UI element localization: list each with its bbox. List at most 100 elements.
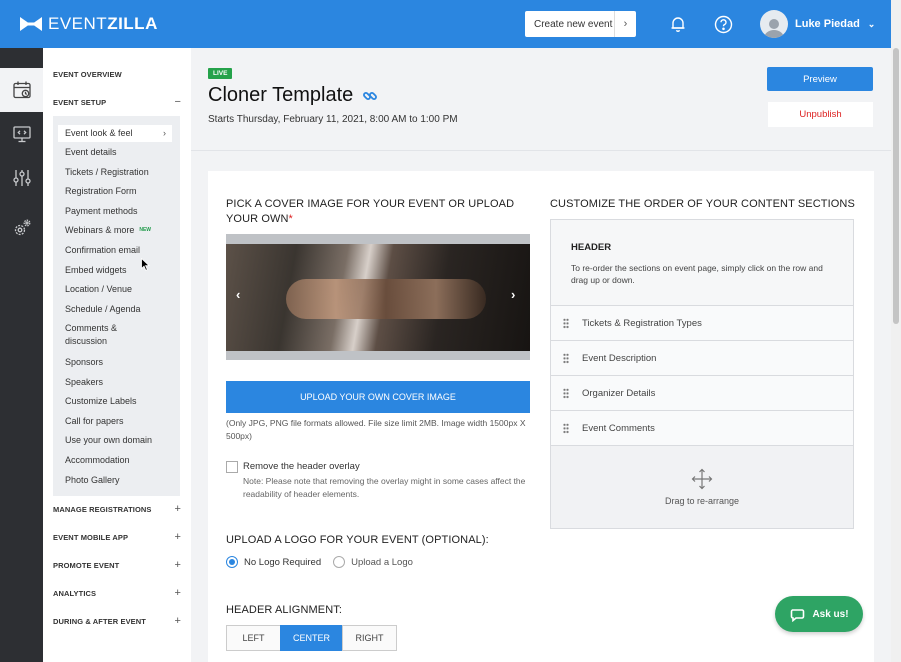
align-right-button[interactable]: RIGHT: [342, 625, 397, 651]
user-menu[interactable]: Luke Piedad ⌄: [760, 10, 875, 38]
nav-event-mobile-app[interactable]: EVENT MOBILE APP +: [53, 531, 181, 543]
carousel-prev-icon[interactable]: ‹: [236, 287, 240, 302]
look-feel-card: PICK A COVER IMAGE FOR YOUR EVENT OR UPL…: [208, 171, 874, 662]
scrollbar-thumb[interactable]: [893, 48, 899, 324]
expand-icon[interactable]: +: [174, 615, 181, 627]
sidebar-item-comments-discussion[interactable]: Comments & discussion: [65, 322, 137, 348]
align-center-button[interactable]: CENTER: [280, 625, 343, 651]
nav-promote-event[interactable]: PROMOTE EVENT +: [53, 559, 181, 571]
nav-section-label: EVENT MOBILE APP: [53, 532, 129, 542]
section-row-description[interactable]: Event Description: [551, 341, 853, 376]
sidebar-item-payment-methods[interactable]: Payment methods: [65, 205, 138, 218]
remove-overlay-checkbox[interactable]: [226, 461, 238, 473]
unpublish-button[interactable]: Unpublish: [768, 102, 873, 127]
nav-event-overview[interactable]: EVENT OVERVIEW: [53, 70, 181, 79]
sidebar-item-schedule-agenda[interactable]: Schedule / Agenda: [65, 303, 141, 316]
drag-handle-icon[interactable]: [563, 387, 569, 399]
rail-item-website[interactable]: [0, 112, 43, 156]
event-setup-submenu: Event look & feel › Event details Ticket…: [53, 116, 180, 496]
nav-analytics[interactable]: ANALYTICS +: [53, 587, 181, 599]
upload-cover-button[interactable]: UPLOAD YOUR OWN COVER IMAGE: [226, 381, 530, 413]
sidebar-item-embed-widgets[interactable]: Embed widgets: [65, 264, 127, 277]
logo-text-bold: ZILLA: [107, 14, 158, 33]
rail-item-admin[interactable]: [0, 206, 43, 250]
sidebar-item-call-for-papers[interactable]: Call for papers: [65, 415, 124, 428]
sidebar-item-registration-form[interactable]: Registration Form: [65, 185, 137, 198]
logo-upload-heading: UPLOAD A LOGO FOR YOUR EVENT (OPTIONAL):: [226, 534, 489, 546]
expand-icon[interactable]: +: [174, 503, 181, 515]
content-sections-list: HEADER To re-order the sections on event…: [550, 219, 854, 529]
section-header-desc: To re-order the sections on event page, …: [571, 263, 823, 285]
radio-label: No Logo Required: [244, 556, 322, 568]
sidebar-item-speakers[interactable]: Speakers: [65, 376, 103, 389]
section-row-label: Tickets & Registration Types: [582, 317, 702, 329]
sidebar-item-sponsors[interactable]: Sponsors: [65, 356, 103, 369]
monitor-code-icon: [12, 126, 31, 143]
nav-event-setup-label: EVENT SETUP: [53, 97, 107, 107]
event-title-text: Cloner Template: [208, 84, 354, 106]
chevron-right-icon: ›: [163, 128, 166, 138]
sidebar-item-label: Webinars & more: [65, 225, 135, 235]
sidebar-item-label: Event look & feel: [65, 128, 133, 138]
nav-event-setup[interactable]: EVENT SETUP −: [53, 96, 181, 108]
drag-handle-icon[interactable]: [563, 422, 569, 434]
help-icon[interactable]: [711, 12, 735, 36]
section-row-comments[interactable]: Event Comments: [551, 411, 853, 446]
sidebar-item-photo-gallery[interactable]: Photo Gallery: [65, 474, 120, 487]
chevron-right-icon[interactable]: ›: [614, 11, 636, 37]
bell-icon[interactable]: [666, 12, 690, 36]
section-row-tickets[interactable]: Tickets & Registration Types: [551, 306, 853, 341]
collapse-icon[interactable]: −: [174, 96, 181, 108]
remove-overlay-label[interactable]: Remove the header overlay: [243, 461, 360, 472]
sidebar-item-accommodation[interactable]: Accommodation: [65, 454, 130, 467]
logo-text-thin: EVENT: [48, 14, 108, 33]
radio-label: Upload a Logo: [351, 556, 413, 568]
nav-manage-registrations[interactable]: MANAGE REGISTRATIONS +: [53, 503, 181, 515]
sidebar-item-customize-labels[interactable]: Customize Labels: [65, 395, 137, 408]
radio-unselected[interactable]: [333, 556, 346, 568]
expand-icon[interactable]: +: [174, 531, 181, 543]
sidebar-item-location-venue[interactable]: Location / Venue: [65, 283, 132, 296]
align-left-button[interactable]: LEFT: [226, 625, 281, 651]
required-mark: *: [288, 213, 293, 225]
nav-section-label: PROMOTE EVENT: [53, 560, 120, 570]
alignment-segmented-control: LEFT CENTER RIGHT: [226, 625, 397, 651]
section-row-label: Organizer Details: [582, 387, 656, 399]
chevron-down-icon: ⌄: [867, 18, 876, 29]
logo[interactable]: EVENTZILLA: [20, 14, 158, 34]
cover-image-subject: [286, 279, 486, 319]
drag-rearrange-label: Drag to re-arrange: [664, 496, 740, 506]
create-new-event-label: Create new event: [534, 18, 613, 30]
sidebar-item-confirmation-email[interactable]: Confirmation email: [65, 244, 140, 257]
section-row-organizer[interactable]: Organizer Details: [551, 376, 853, 411]
preview-button[interactable]: Preview: [767, 67, 873, 91]
rail-item-events[interactable]: [0, 68, 43, 112]
top-bar: EVENTZILLA Create new event › Luke Pieda…: [0, 0, 891, 48]
drag-rearrange-hint: Drag to re-arrange: [551, 446, 853, 528]
nav-during-after-event[interactable]: DURING & AFTER EVENT +: [53, 615, 181, 627]
radio-no-logo[interactable]: No Logo Required: [226, 556, 321, 568]
carousel-next-icon[interactable]: ›: [511, 287, 515, 302]
expand-icon[interactable]: +: [174, 559, 181, 571]
expand-icon[interactable]: +: [174, 587, 181, 599]
sidebar-item-own-domain[interactable]: Use your own domain: [65, 434, 152, 447]
drag-handle-icon[interactable]: [563, 352, 569, 364]
link-icon[interactable]: [362, 88, 378, 104]
sidebar-item-webinars[interactable]: Webinars & more NEW: [65, 224, 151, 237]
remove-overlay-note: Note: Please note that removing the over…: [243, 476, 526, 499]
rail-item-settings-sliders[interactable]: [0, 156, 43, 200]
radio-upload-logo[interactable]: Upload a Logo: [333, 556, 413, 568]
drag-handle-icon[interactable]: [563, 317, 569, 329]
cover-image-carousel[interactable]: ‹ ›: [226, 234, 530, 360]
nav-section-label: DURING & AFTER EVENT: [53, 616, 146, 626]
page-title: Cloner Template: [208, 84, 378, 107]
nav-event-overview-label: EVENT OVERVIEW: [53, 70, 122, 79]
radio-selected[interactable]: [226, 556, 238, 568]
sidebar-item-event-details[interactable]: Event details: [65, 146, 117, 159]
ask-us-chat-button[interactable]: Ask us!: [775, 596, 863, 632]
sidebar-item-event-look-feel[interactable]: Event look & feel ›: [58, 125, 172, 142]
sidebar-item-tickets-registration[interactable]: Tickets / Registration: [65, 166, 149, 179]
create-new-event-button[interactable]: Create new event ›: [525, 11, 636, 37]
nav-section-label: ANALYTICS: [53, 588, 97, 598]
logo-radio-group: No Logo Required Upload a Logo: [226, 556, 425, 568]
